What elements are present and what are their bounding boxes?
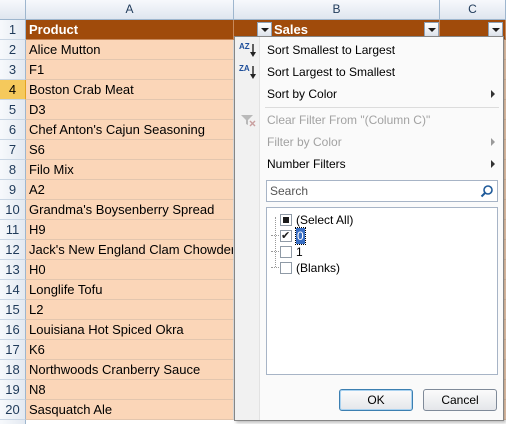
- search-input[interactable]: [266, 180, 498, 202]
- row-header[interactable]: 4: [0, 80, 26, 100]
- row-header[interactable]: 6: [0, 120, 26, 140]
- product-cell[interactable]: A2: [26, 180, 234, 200]
- column-header-b[interactable]: B: [234, 0, 440, 20]
- row-header[interactable]: 5: [0, 100, 26, 120]
- product-cell[interactable]: Grandma's Boysenberry Spread: [26, 200, 234, 220]
- row-header[interactable]: [0, 420, 26, 424]
- clear-filter-icon: [239, 112, 257, 128]
- ok-button[interactable]: OK: [339, 389, 413, 411]
- product-cell[interactable]: Filo Mix: [26, 160, 234, 180]
- blanks-checkbox[interactable]: [280, 262, 292, 274]
- menu-item-sort-ascending[interactable]: AZ Sort Smallest to Largest: [235, 39, 503, 61]
- product-cell[interactable]: H9: [26, 220, 234, 240]
- menu-item-filter-by-color: Filter by Color: [235, 131, 503, 153]
- filter-dropdown-b[interactable]: [424, 22, 439, 37]
- filter-dropdown-c[interactable]: [488, 22, 503, 37]
- list-item-label: 0: [295, 227, 306, 245]
- product-cell[interactable]: Jack's New England Clam Chowder: [26, 240, 234, 260]
- row-header[interactable]: 3: [0, 60, 26, 80]
- product-cell[interactable]: L2: [26, 300, 234, 320]
- tree-connector: [275, 217, 276, 267]
- filter-by-color-label: Filter by Color: [267, 135, 342, 149]
- row-header[interactable]: 17: [0, 340, 26, 360]
- cancel-button[interactable]: Cancel: [423, 389, 497, 411]
- product-cell[interactable]: Alice Mutton: [26, 40, 234, 60]
- tree-connector: [271, 267, 279, 268]
- tree-connector: [271, 251, 279, 252]
- value-1-checkbox[interactable]: [280, 246, 292, 258]
- sort-descending-icon: ZA: [239, 64, 257, 80]
- filter-dropdown-a[interactable]: [257, 22, 272, 37]
- sort-descending-label: Sort Largest to Smallest: [267, 65, 396, 79]
- submenu-arrow-icon: [491, 160, 495, 168]
- tree-connector: [271, 235, 279, 236]
- menu-item-number-filters[interactable]: Number Filters: [235, 153, 503, 175]
- filter-values-list[interactable]: (Select All) 0 1 (Blanks): [266, 207, 498, 375]
- menu-item-sort-by-color[interactable]: Sort by Color: [235, 83, 503, 105]
- column-header-a[interactable]: A: [26, 0, 234, 20]
- submenu-arrow-icon: [491, 138, 495, 146]
- row-header[interactable]: 12: [0, 240, 26, 260]
- product-cell[interactable]: S6: [26, 140, 234, 160]
- product-cell[interactable]: K6: [26, 340, 234, 360]
- row-header[interactable]: 15: [0, 300, 26, 320]
- submenu-arrow-icon: [491, 90, 495, 98]
- row-header[interactable]: 16: [0, 320, 26, 340]
- menu-item-sort-descending[interactable]: ZA Sort Largest to Smallest: [235, 61, 503, 83]
- row-header[interactable]: 8: [0, 160, 26, 180]
- list-item-label: (Blanks): [296, 261, 341, 275]
- row-header[interactable]: 2: [0, 40, 26, 60]
- row-header[interactable]: 13: [0, 260, 26, 280]
- row-header[interactable]: 18: [0, 360, 26, 380]
- sort-ascending-icon: AZ: [239, 42, 257, 58]
- row-header[interactable]: 9: [0, 180, 26, 200]
- row-header[interactable]: 7: [0, 140, 26, 160]
- product-cell[interactable]: Longlife Tofu: [26, 280, 234, 300]
- row-header[interactable]: 20: [0, 400, 26, 420]
- row-header[interactable]: 10: [0, 200, 26, 220]
- value-0-checkbox[interactable]: [280, 228, 292, 244]
- sort-desc-icon-letters: ZA: [239, 64, 250, 73]
- header-cell-product[interactable]: Product: [26, 20, 234, 40]
- list-item-label: (Select All): [296, 213, 354, 227]
- menu-item-clear-filter: Clear Filter From "(Column C)": [235, 109, 503, 131]
- menu-separator: [265, 107, 499, 108]
- autofilter-menu: AZ Sort Smallest to Largest ZA Sort Larg…: [234, 36, 504, 421]
- sort-asc-icon-letters: AZ: [239, 42, 250, 51]
- product-cell[interactable]: Louisiana Hot Spiced Okra: [26, 320, 234, 340]
- row-header-1[interactable]: 1: [0, 20, 26, 40]
- column-header-c[interactable]: C: [440, 0, 506, 20]
- row-header[interactable]: 19: [0, 380, 26, 400]
- product-cell[interactable]: Sasquatch Ale: [26, 400, 234, 420]
- row-header[interactable]: 11: [0, 220, 26, 240]
- product-cell[interactable]: Boston Crab Meat: [26, 80, 234, 100]
- product-cell[interactable]: D3: [26, 100, 234, 120]
- product-cell[interactable]: H0: [26, 260, 234, 280]
- sort-ascending-label: Sort Smallest to Largest: [267, 43, 396, 57]
- product-cell[interactable]: Northwoods Cranberry Sauce: [26, 360, 234, 380]
- list-item-label: 1: [296, 245, 303, 259]
- select-all-checkbox[interactable]: [280, 214, 292, 226]
- product-cell[interactable]: Chef Anton's Cajun Seasoning: [26, 120, 234, 140]
- select-all-corner[interactable]: [0, 0, 26, 20]
- sort-by-color-label: Sort by Color: [267, 87, 338, 101]
- product-cell[interactable]: N8: [26, 380, 234, 400]
- product-cell[interactable]: F1: [26, 60, 234, 80]
- number-filters-label: Number Filters: [267, 157, 346, 171]
- search-icon[interactable]: [480, 184, 494, 198]
- row-header[interactable]: 14: [0, 280, 26, 300]
- clear-filter-label: Clear Filter From "(Column C)": [267, 113, 431, 127]
